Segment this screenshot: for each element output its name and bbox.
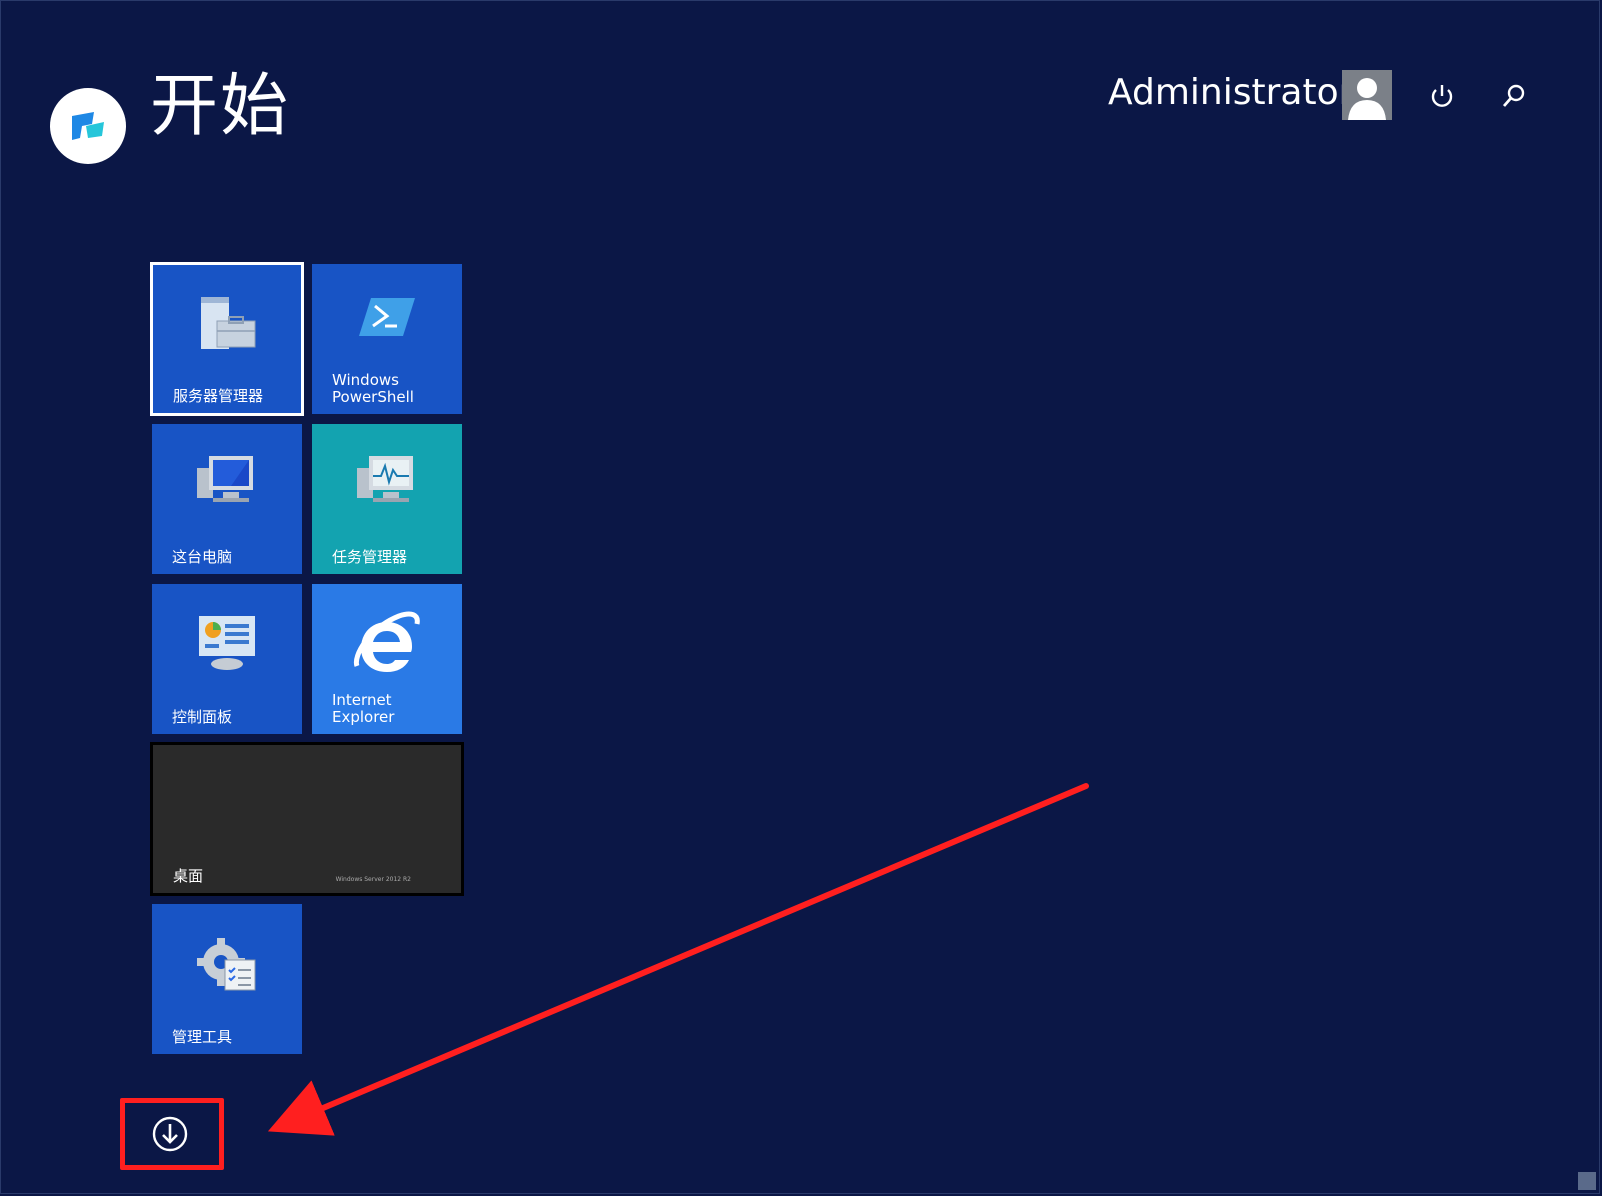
tile-admin-tools[interactable]: 管理工具 [152,904,302,1054]
all-apps-button[interactable] [151,1115,189,1153]
user-name[interactable]: Administrator [1108,72,1353,113]
tile-desktop[interactable]: 桌面 Windows Server 2012 R2 [150,742,464,896]
tile-label: Windows PowerShell [332,371,414,406]
tile-server-manager[interactable]: 服务器管理器 [150,262,304,416]
page-title: 开始 [150,67,291,146]
tile-label: 控制面板 [172,708,233,726]
tile-windows-powershell[interactable]: Windows PowerShell [312,264,462,414]
tile-label: 这台电脑 [172,548,233,566]
user-avatar-icon[interactable] [1342,70,1392,120]
tile-control-panel[interactable]: 控制面板 [152,584,302,734]
control-panel-icon [195,612,259,680]
corner-indicator [1578,1172,1596,1190]
server-manager-icon [195,293,259,361]
search-icon[interactable] [1496,78,1532,114]
task-manager-icon [355,452,419,516]
powershell-icon [357,292,417,350]
internet-explorer-icon [349,606,425,686]
tile-task-manager[interactable]: 任务管理器 [312,424,462,574]
tile-label: Internet Explorer [332,691,395,726]
tile-this-pc[interactable]: 这台电脑 [152,424,302,574]
power-icon[interactable] [1424,78,1460,114]
tile-label: 服务器管理器 [173,387,264,405]
admin-tools-icon [195,932,259,1000]
tile-internet-explorer[interactable]: Internet Explorer [312,584,462,734]
tile-label: 管理工具 [172,1028,233,1046]
down-arrow-circle-icon [152,1116,188,1152]
tile-label: 任务管理器 [332,548,408,566]
brand-logo-icon [50,88,126,164]
computer-icon [195,452,259,516]
tile-label: 桌面 [173,867,204,885]
desktop-watermark: Windows Server 2012 R2 [335,876,411,883]
